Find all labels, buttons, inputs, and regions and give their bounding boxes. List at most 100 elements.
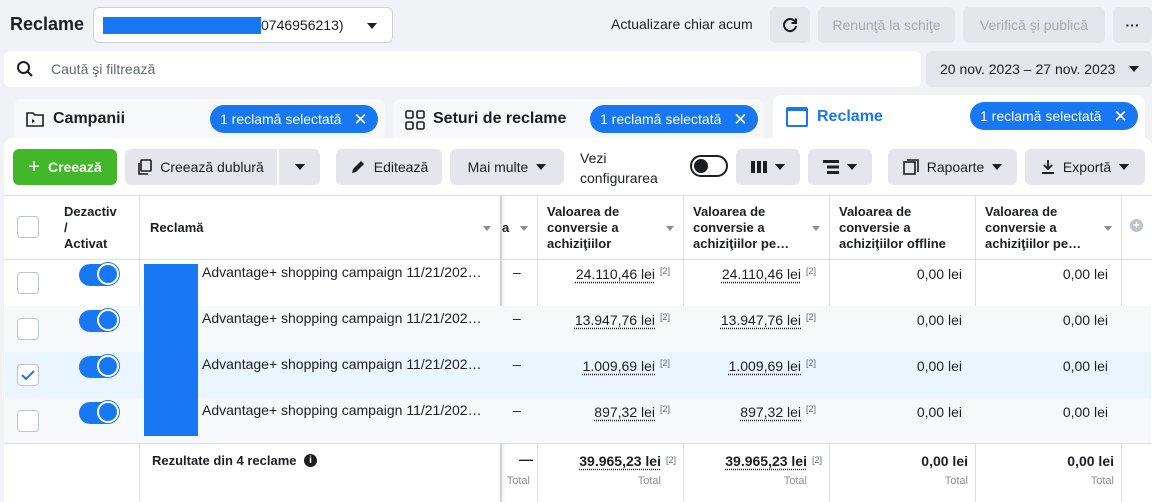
cell-value: 0,00 lei <box>1062 358 1108 374</box>
footnote: [2] <box>660 312 671 322</box>
row-checkbox[interactable] <box>17 318 39 340</box>
chip-label: 1 reclamă selectată <box>600 111 722 127</box>
ads-selection-chip[interactable]: 1 reclamă selectată ✕ <box>970 102 1138 130</box>
summary-dash: — <box>519 451 533 467</box>
export-label: Exportă <box>1062 159 1112 175</box>
footnote: [2] <box>660 404 671 414</box>
cell-dash: – <box>513 310 521 326</box>
chevron-down-icon <box>775 164 785 170</box>
footnote: [2] <box>812 455 823 465</box>
header-purchase-value-offline[interactable]: Valoarea de conversie a achiziţiilor offli… <box>839 204 946 252</box>
cell-value: 0,00 lei <box>1062 404 1108 420</box>
add-column-icon[interactable]: + <box>1130 219 1143 232</box>
ad-name-link[interactable]: Advantage+ shopping campaign 11/21/202… <box>202 356 482 372</box>
discard-drafts-button[interactable]: Renunţă la schiţe <box>818 7 955 43</box>
reports-button[interactable]: Rapoarte <box>888 149 1017 185</box>
header-line: achiziţiilor pe… <box>985 236 1082 251</box>
ad-status-toggle[interactable] <box>79 309 119 332</box>
cell-value: 0,00 lei <box>916 404 962 420</box>
adsets-selection-chip[interactable]: 1 reclamă selectată ✕ <box>590 105 758 133</box>
sort-icon[interactable] <box>666 226 674 231</box>
sort-icon[interactable] <box>1104 226 1112 231</box>
campaigns-selection-chip[interactable]: 1 reclamă selectată ✕ <box>210 105 378 133</box>
sort-icon[interactable] <box>483 226 491 231</box>
chevron-down-icon <box>1129 66 1139 72</box>
header-purchase-value-web[interactable]: Valoarea de conversie a achiziţiilor pe… <box>693 204 789 252</box>
summary-value: 0,00 lei <box>1067 453 1114 469</box>
select-all-checkbox[interactable] <box>17 216 39 238</box>
header-ad[interactable]: Reclamă <box>150 220 203 236</box>
date-range-picker[interactable]: 20 nov. 2023 – 27 nov. 2023 <box>926 51 1152 87</box>
header-toggle-line: Activat <box>64 236 108 251</box>
ad-status-toggle[interactable] <box>79 401 119 424</box>
cell-value: 24.110,46 lei <box>575 266 655 282</box>
cell-value: 13.947,76 lei <box>574 312 655 328</box>
header-purchase-value-other[interactable]: Valoarea de conversie a achiziţiilor pe… <box>985 204 1081 252</box>
header-partial: a <box>502 220 510 235</box>
export-button[interactable]: Exportă <box>1025 149 1145 185</box>
edit-button[interactable]: Editează <box>336 149 442 185</box>
refresh-button[interactable] <box>770 7 810 43</box>
row-checkbox[interactable] <box>17 410 39 432</box>
chip-label: 1 reclamă selectată <box>980 108 1102 124</box>
footnote: [2] <box>660 358 671 368</box>
cell-value: 0,00 lei <box>916 266 962 282</box>
plus-icon: + <box>28 155 40 178</box>
close-icon[interactable]: ✕ <box>1113 108 1127 125</box>
close-icon[interactable]: ✕ <box>353 111 367 128</box>
row-checkbox-checked[interactable] <box>17 364 39 386</box>
more-options-button[interactable]: ··· <box>1113 7 1152 43</box>
cell-value: 897,32 lei <box>740 404 801 420</box>
duplicate-button[interactable]: Creează dublură <box>125 149 277 185</box>
summary-value: 39.965,23 lei <box>725 453 807 469</box>
ad-thumbnail <box>144 264 198 308</box>
account-id: 0746956213) <box>261 17 344 33</box>
toggle-knob <box>97 355 119 377</box>
cell-value: 897,32 lei <box>594 404 655 420</box>
breakdown-button[interactable] <box>808 149 872 185</box>
create-button[interactable]: + Creează <box>13 149 117 185</box>
duplicate-dropdown[interactable] <box>279 149 320 185</box>
header-line: conversie a <box>547 220 619 235</box>
sort-icon[interactable] <box>812 226 820 231</box>
tab-ads-label: Reclame <box>817 108 883 125</box>
summary-top-border <box>4 443 1152 444</box>
header-line: conversie a <box>985 220 1057 235</box>
more-label: Mai multe <box>467 159 529 175</box>
info-icon[interactable]: i <box>304 454 317 467</box>
search-input[interactable]: Caută şi filtrează <box>51 61 155 77</box>
toggle-knob <box>97 309 119 331</box>
date-range-label: 20 nov. 2023 – 27 nov. 2023 <box>940 61 1116 77</box>
update-status: Actualizare chiar acum <box>611 16 753 32</box>
view-setup-toggle[interactable] <box>690 155 728 177</box>
download-icon <box>1041 160 1054 174</box>
row-checkbox[interactable] <box>17 272 39 294</box>
chip-label: 1 reclamă selectată <box>220 111 342 127</box>
view-setup-line2: configurarea <box>580 170 658 186</box>
header-line: conversie a <box>693 220 765 235</box>
sort-icon[interactable] <box>520 226 528 231</box>
footnote: [2] <box>806 266 817 276</box>
ad-name-link[interactable]: Advantage+ shopping campaign 11/21/202… <box>202 402 482 418</box>
header-line: achiziţiilor <box>547 236 612 251</box>
close-icon[interactable]: ✕ <box>733 111 747 128</box>
chevron-down-icon <box>367 23 377 29</box>
header-toggle[interactable]: Dezactiv / Activat <box>64 204 117 252</box>
header-toggle-line: Dezactiv <box>64 204 117 219</box>
columns-button[interactable] <box>736 149 800 185</box>
review-publish-button[interactable]: Verifică şi publică <box>963 7 1105 43</box>
ad-status-toggle[interactable] <box>79 355 119 378</box>
more-actions-button[interactable]: Mai multe <box>450 149 564 185</box>
cell-dash: – <box>513 402 521 418</box>
header-line: achiziţiilor pe… <box>693 236 790 251</box>
refresh-icon <box>783 18 797 33</box>
folder-icon <box>26 112 44 127</box>
search-bar[interactable]: Caută şi filtrează <box>4 51 921 87</box>
ad-name-link[interactable]: Advantage+ shopping campaign 11/21/202… <box>202 264 482 280</box>
header-line: Valoarea de <box>839 204 912 219</box>
cell-dash: – <box>513 356 521 372</box>
ad-name-link[interactable]: Advantage+ shopping campaign 11/21/202… <box>202 310 482 326</box>
header-purchase-value[interactable]: Valoarea de conversie a achiziţiilor <box>547 204 619 252</box>
account-selector[interactable]: 0746956213) <box>93 7 393 43</box>
ad-status-toggle[interactable] <box>79 263 119 286</box>
